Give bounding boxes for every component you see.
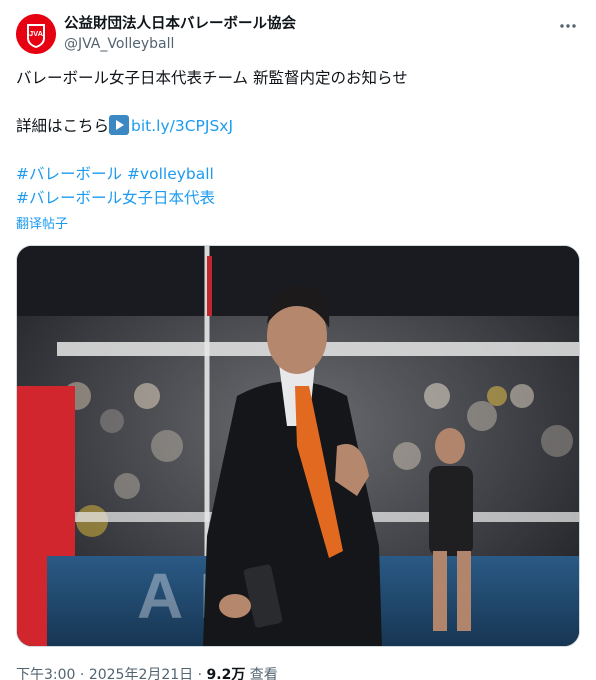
meta-separator: · bbox=[79, 667, 85, 680]
meta-separator: · bbox=[197, 667, 203, 680]
display-name[interactable]: 公益財団法人日本バレーボール協会 bbox=[64, 14, 296, 34]
post-meta: 下午3:00 · 2025年2月21日 · 9.2万 查看 bbox=[16, 664, 278, 680]
play-icon bbox=[109, 115, 130, 135]
more-button[interactable] bbox=[556, 14, 580, 38]
post-time[interactable]: 下午3:00 bbox=[16, 667, 75, 680]
views-count: 9.2万 bbox=[206, 667, 246, 680]
details-link[interactable]: bit.ly/3CPJSxJ bbox=[131, 117, 233, 135]
author-block: 公益財団法人日本バレーボール協会 @JVA_Volleyball bbox=[64, 14, 296, 54]
more-icon bbox=[560, 24, 576, 28]
details-prefix: 詳細はこちら bbox=[16, 117, 110, 135]
hashtag-line-2: #バレーボール女子日本代表 bbox=[16, 186, 576, 210]
jva-logo: JVA bbox=[16, 14, 56, 54]
post-text: バレーボール女子日本代表チーム 新監督内定のお知らせ 詳細はこちら bit.ly/… bbox=[16, 66, 576, 210]
post-line-1: バレーボール女子日本代表チーム 新監督内定のお知らせ bbox=[16, 69, 408, 87]
handle[interactable]: @JVA_Volleyball bbox=[64, 34, 296, 54]
coach-photo: ADO bbox=[17, 246, 579, 646]
details-line: 詳細はこちら bit.ly/3CPJSxJ bbox=[16, 114, 576, 138]
hashtag-link[interactable]: #volleyball bbox=[127, 165, 214, 183]
translate-post-link[interactable]: 翻译帖子 bbox=[16, 213, 68, 232]
hashtag-line-1: #バレーボール #volleyball bbox=[16, 162, 576, 186]
post-header: JVA 公益財団法人日本バレーボール協会 @JVA_Volleyball bbox=[16, 12, 582, 56]
avatar-text: JVA bbox=[29, 29, 44, 38]
post-image[interactable]: ADO bbox=[16, 245, 580, 647]
hashtag-link[interactable]: #バレーボール bbox=[16, 165, 122, 183]
views-label: 查看 bbox=[249, 667, 278, 680]
avatar[interactable]: JVA bbox=[16, 14, 56, 54]
hashtag-link[interactable]: #バレーボール女子日本代表 bbox=[16, 189, 215, 207]
post-date[interactable]: 2025年2月21日 bbox=[89, 667, 193, 680]
